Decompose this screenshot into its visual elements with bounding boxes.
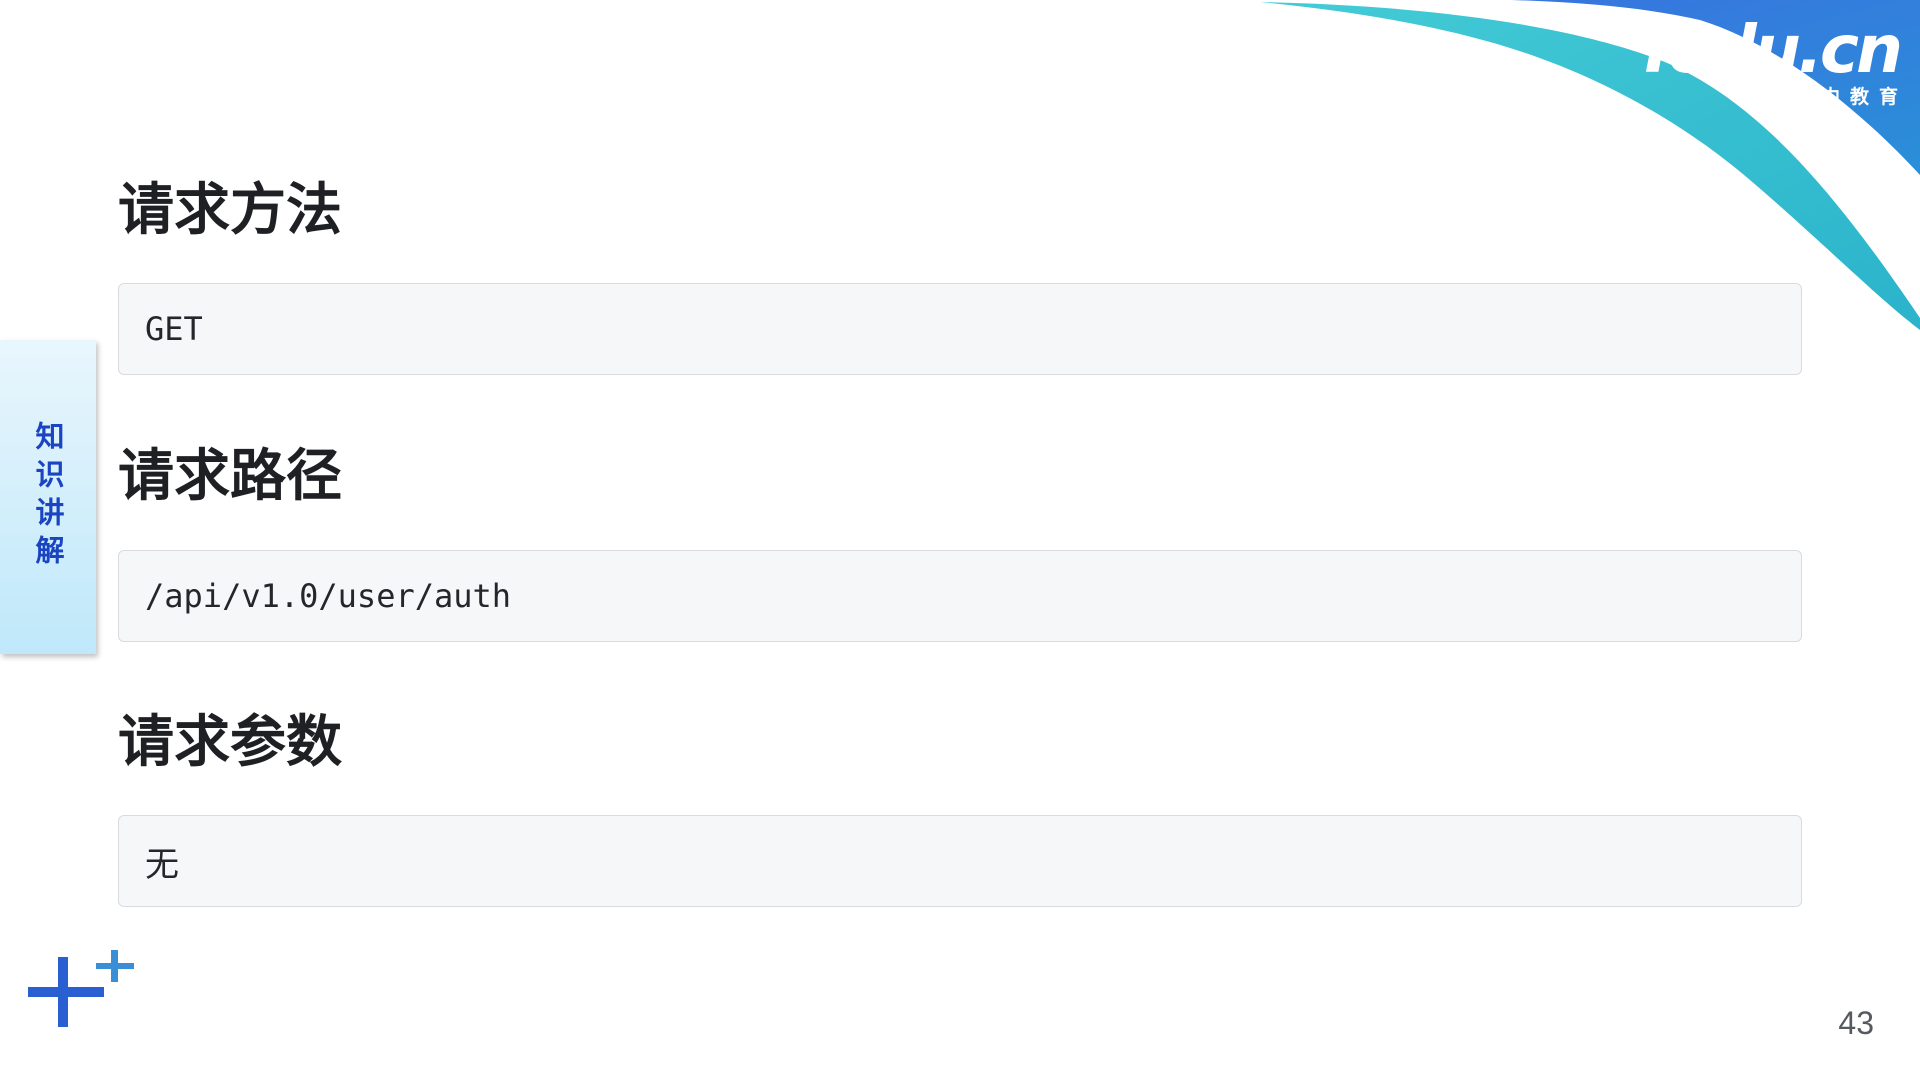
brand-wordmark: Tedu.cn <box>1634 11 1903 88</box>
code-box-path: /api/v1.0/user/auth <box>118 550 1802 642</box>
section-heading-method: 请求方法 <box>118 178 342 243</box>
side-tab-label: 知识讲解 <box>31 421 65 573</box>
plus-icon-small <box>96 950 134 982</box>
brand-tagline: 达内教育 <box>1791 86 1908 108</box>
page-number: 43 <box>1838 1005 1874 1041</box>
side-tab: 知识讲解 <box>0 340 96 654</box>
section-heading-path: 请求路径 <box>118 444 342 509</box>
code-box-params: 无 <box>118 815 1802 907</box>
brand-logo: Tedu.cn 达内教育 <box>1630 11 1903 109</box>
code-box-method: GET <box>118 283 1802 375</box>
section-heading-params: 请求参数 <box>118 710 342 775</box>
